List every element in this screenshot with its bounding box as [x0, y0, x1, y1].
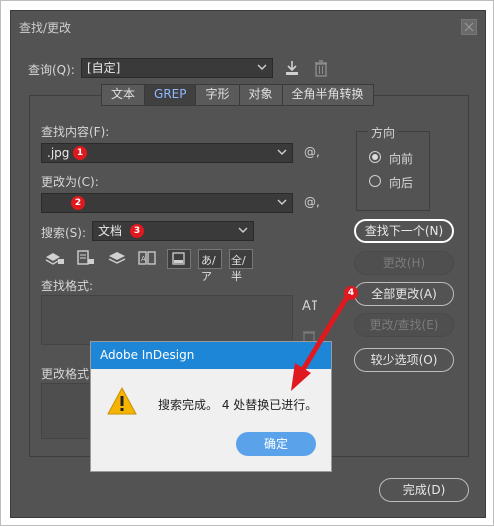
screenshot-frame: 查找/更改 查询(Q): [自定] 文本 GREP 字形 对象 全角半角转换 查… [0, 0, 494, 526]
annotation-arrow [291, 295, 350, 391]
